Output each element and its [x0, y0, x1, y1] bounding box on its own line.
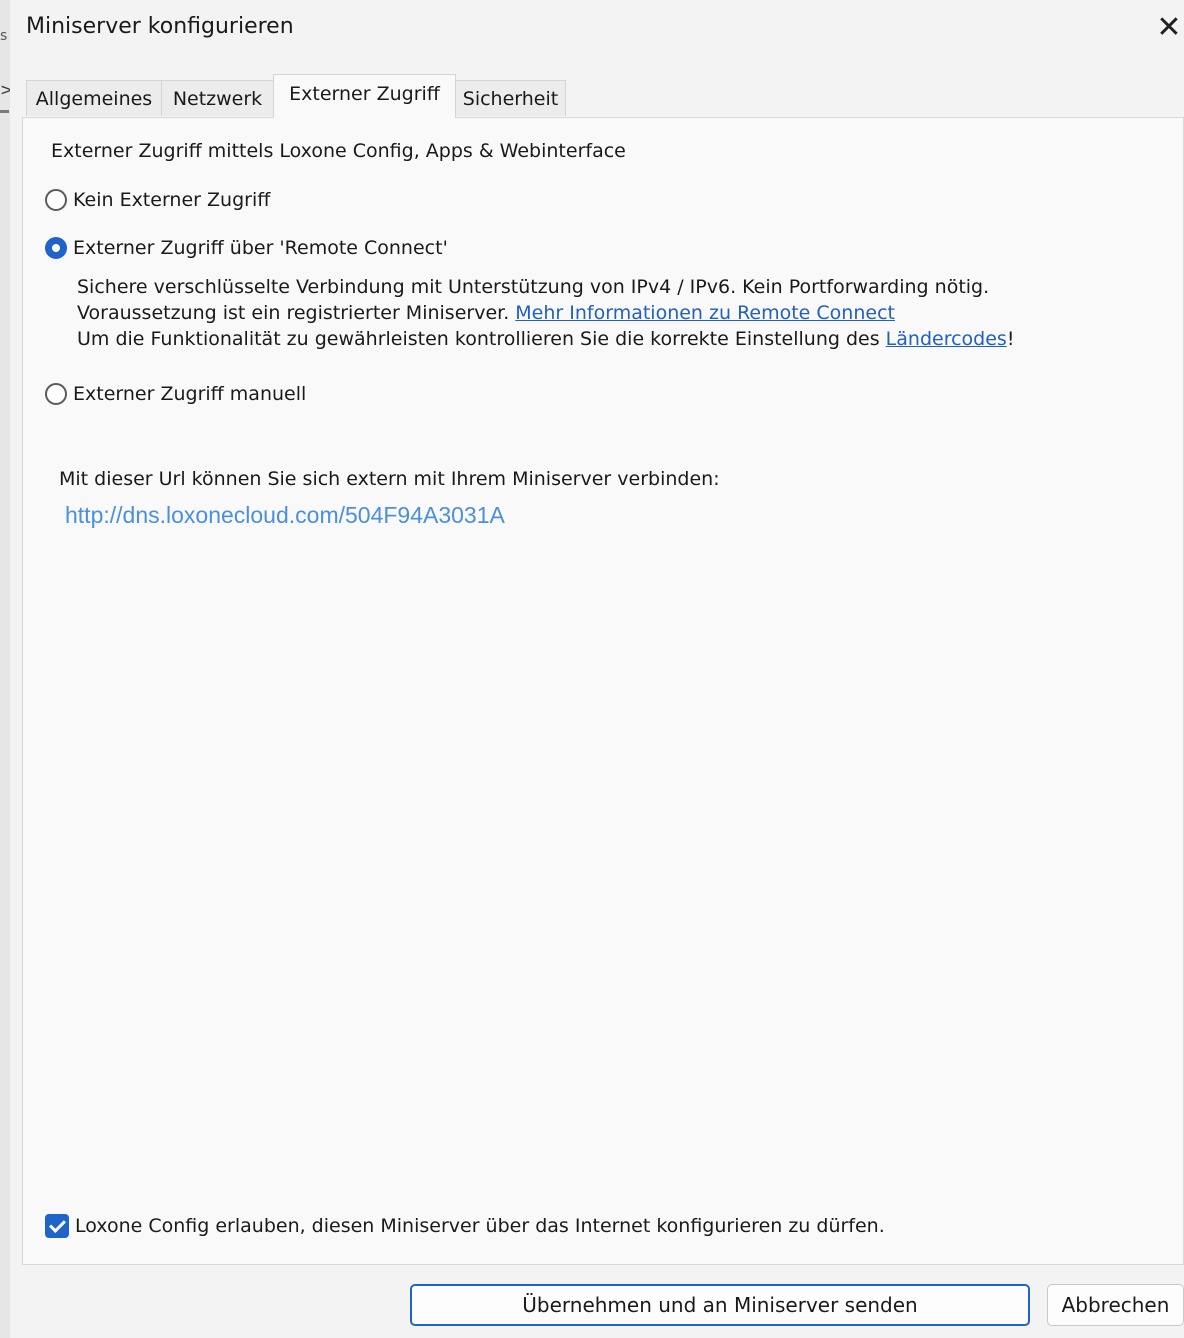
- allow-remote-config-checkbox[interactable]: [45, 1214, 69, 1238]
- tab-externer-zugriff[interactable]: Externer Zugriff: [273, 74, 456, 118]
- dialog-title: Miniserver konfigurieren: [26, 14, 294, 39]
- radio-button[interactable]: [45, 383, 67, 405]
- cancel-button[interactable]: Abbrechen: [1047, 1284, 1184, 1326]
- description-line: Sichere verschlüsselte Verbindung mit Un…: [77, 276, 990, 298]
- option-label: Kein Externer Zugriff: [73, 189, 271, 211]
- allow-remote-config-option[interactable]: Loxone Config erlauben, diesen Miniserve…: [45, 1211, 885, 1241]
- url-label: Mit dieser Url können Sie sich extern mi…: [59, 468, 720, 490]
- checkbox-label: Loxone Config erlauben, diesen Miniserve…: [75, 1215, 885, 1237]
- external-url-link[interactable]: http://dns.loxonecloud.com/504F94A3031A: [65, 502, 505, 529]
- description-text: Voraussetzung ist ein registrierter Mini…: [77, 302, 516, 324]
- title-bar: Miniserver konfigurieren ✕: [10, 0, 1184, 62]
- option-remote-connect[interactable]: Externer Zugriff über 'Remote Connect': [45, 233, 448, 263]
- dialog-footer: Übernehmen und an Miniserver senden Abbr…: [10, 1265, 1184, 1338]
- tab-allgemeines[interactable]: Allgemeines: [26, 80, 162, 116]
- option-no-external-access[interactable]: Kein Externer Zugriff: [45, 185, 270, 215]
- radio-button-selected[interactable]: [45, 237, 67, 259]
- close-icon[interactable]: ✕: [1154, 8, 1184, 48]
- option-label: Externer Zugriff manuell: [73, 383, 307, 405]
- description-line: Voraussetzung ist ein registrierter Mini…: [77, 300, 1014, 326]
- description-line: Um die Funktionalität zu gewährleisten k…: [77, 326, 1014, 352]
- apply-and-send-button[interactable]: Übernehmen und an Miniserver senden: [410, 1284, 1030, 1326]
- remote-connect-description: Sichere verschlüsselte Verbindung mit Un…: [77, 274, 1014, 352]
- radio-button[interactable]: [45, 189, 67, 211]
- tab-sicherheit[interactable]: Sicherheit: [455, 80, 566, 116]
- tab-netzwerk[interactable]: Netzwerk: [161, 80, 274, 116]
- option-manual-external-access[interactable]: Externer Zugriff manuell: [45, 379, 306, 409]
- configure-miniserver-dialog: Miniserver konfigurieren ✕ Allgemeines N…: [10, 0, 1184, 1338]
- background-text-fragment: s: [0, 28, 8, 44]
- description-text: Um die Funktionalität zu gewährleisten k…: [77, 328, 886, 350]
- option-label: Externer Zugriff über 'Remote Connect': [73, 237, 448, 259]
- description-suffix: !: [1006, 328, 1015, 350]
- background-divider: [0, 110, 9, 113]
- country-codes-link[interactable]: Ländercodes: [886, 328, 1007, 350]
- section-heading: Externer Zugriff mittels Loxone Config, …: [51, 140, 626, 162]
- remote-connect-info-link[interactable]: Mehr Informationen zu Remote Connect: [515, 302, 895, 324]
- external-access-panel: Externer Zugriff mittels Loxone Config, …: [22, 117, 1184, 1265]
